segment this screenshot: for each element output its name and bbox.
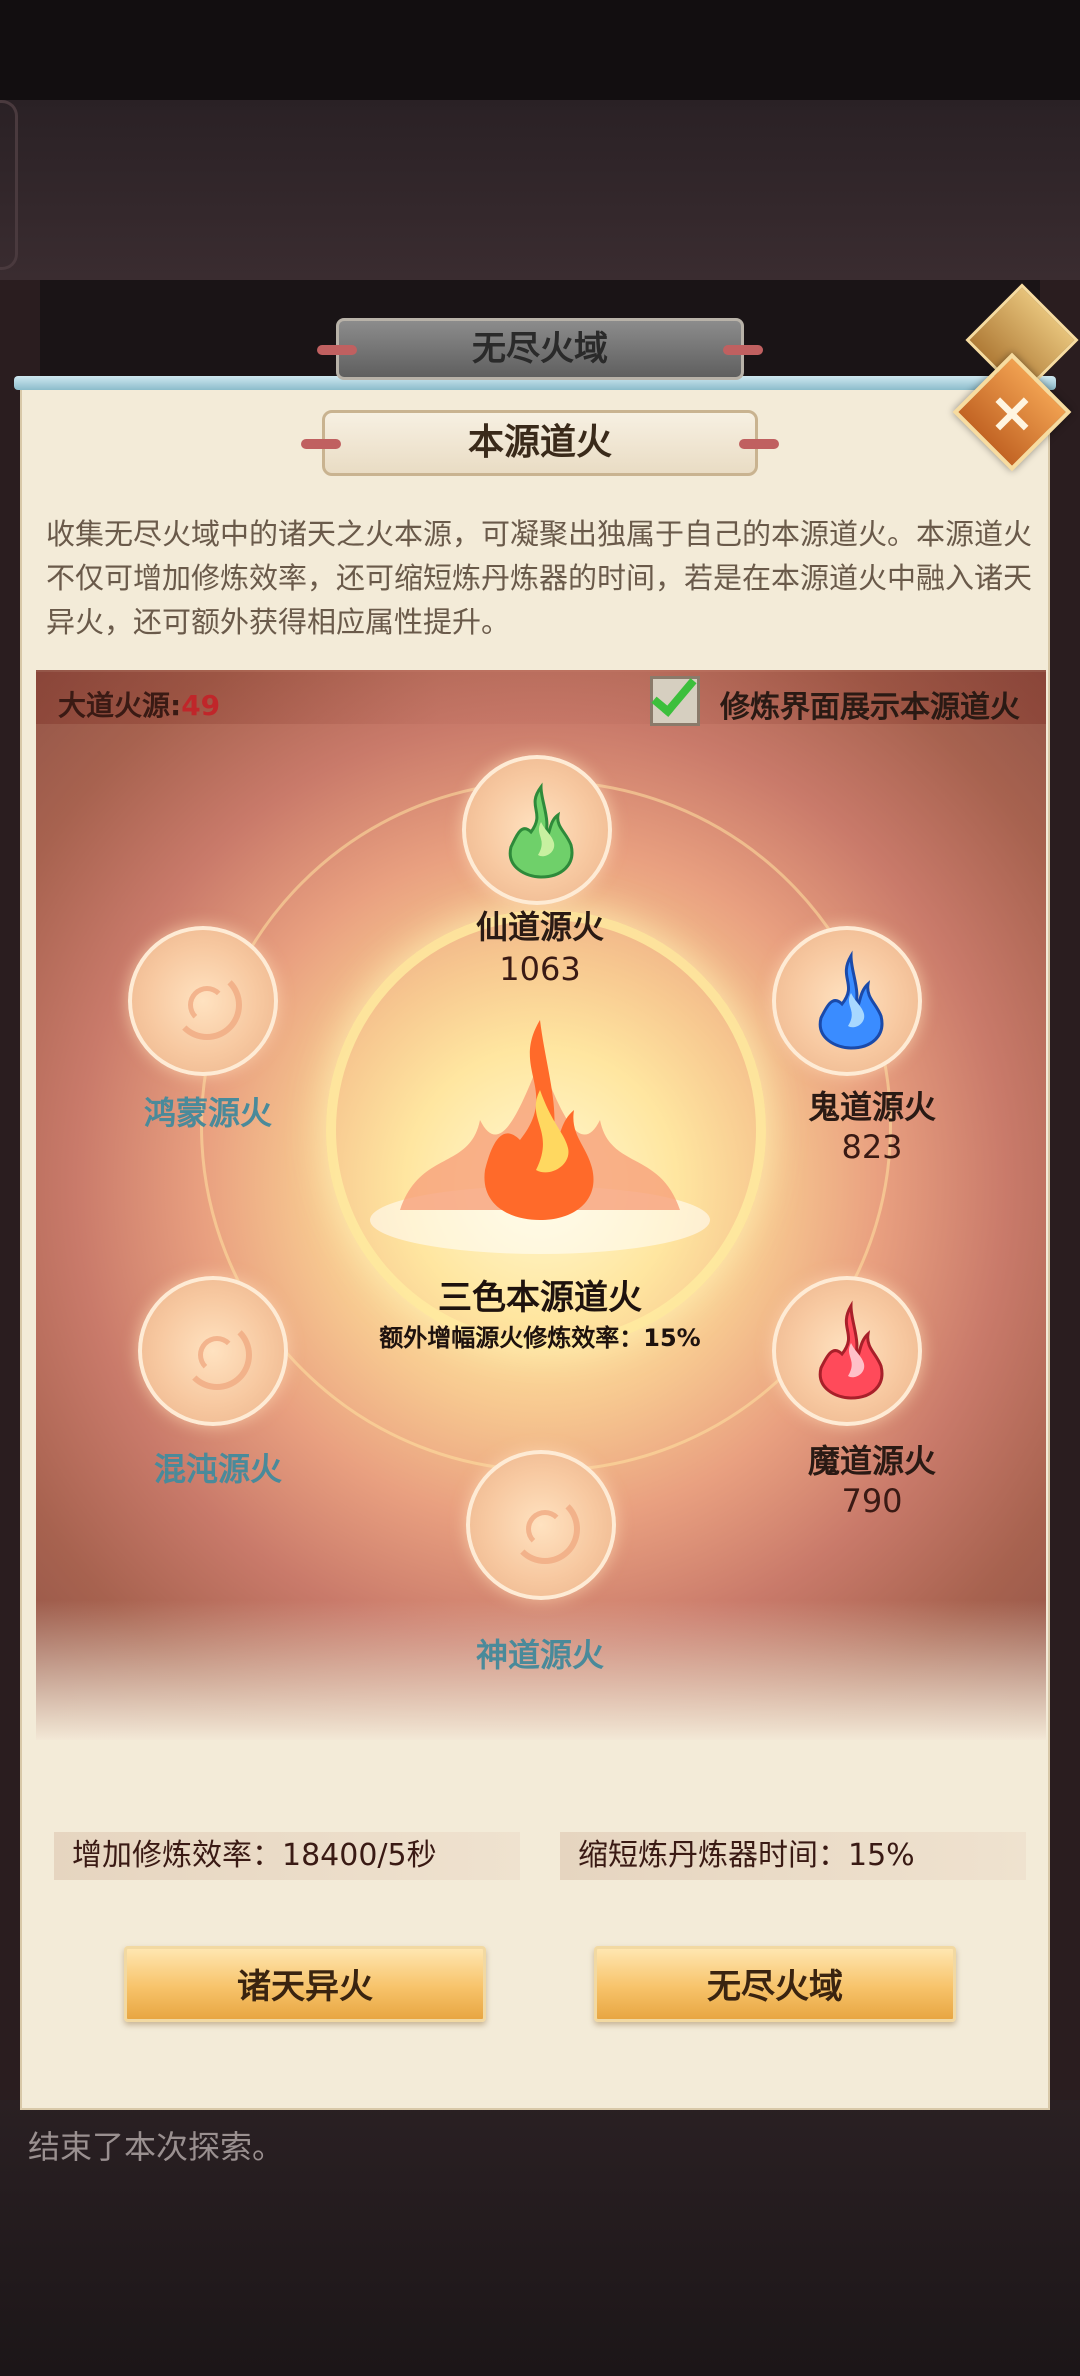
node-shendao-label: 神道源火 [475,1636,604,1674]
spiral-inner [526,1510,564,1548]
green-flame-icon [508,782,574,879]
dao-source-label: 大道火源: [58,689,182,722]
node-xiandao-value: 1063 [499,950,581,988]
panel-title-text: 本源道火 [467,422,612,463]
stat-cultivation-efficiency: 增加修炼效率：18400/5秒 [54,1832,520,1880]
endless-fire-domain-button[interactable]: 无尽火域 [594,1946,956,2022]
stat-crafting-time: 缩短炼丹炼器时间：15% [560,1832,1026,1880]
left-frame-cap [0,100,18,270]
log-message: 结束了本次探索。 [28,2128,285,2166]
spiral-inner [198,1336,236,1374]
dao-source-value: 49 [181,689,221,722]
node-modao-label: 魔道源火 [807,1442,936,1480]
node-shendao[interactable] [466,1450,616,1600]
title-pin-right [739,439,779,449]
node-hundun-label: 混沌源火 [153,1450,282,1488]
tab-label: 无尽火域 [472,329,608,369]
background-band [0,100,1080,280]
panel-title: 本源道火 [301,410,779,476]
blue-flame-icon [818,950,884,1050]
show-fire-checkbox-label: 修炼界面展示本源道火 [720,690,1020,725]
node-hongmeng-label: 鸿蒙源火 [143,1094,272,1132]
center-fire-title: 三色本源道火 [438,1278,642,1318]
tab-pin-left [317,345,357,355]
center-fire-subtitle: 额外增幅源火修炼效率：15% [379,1324,701,1352]
tab-pin-right [723,345,763,355]
title-pin-left [301,439,341,449]
checkmark-icon [651,669,697,717]
node-xiandao[interactable] [462,755,612,905]
node-guidao-value: 823 [841,1128,903,1166]
spiral-inner [188,986,226,1024]
show-fire-checkbox[interactable] [650,669,700,726]
node-modao[interactable] [772,1276,922,1426]
node-guidao[interactable] [772,926,922,1076]
node-hongmeng[interactable] [128,926,278,1076]
node-hundun[interactable] [138,1276,288,1426]
close-glyph: × [988,380,1036,446]
top-status-bar [0,0,1080,100]
tab-endless-fire-domain[interactable]: 无尽火域 [317,318,763,380]
node-guidao-label: 鬼道源火 [807,1088,936,1126]
dao-fire-source: 大道火源:49 [58,684,220,724]
node-modao-value: 790 [841,1482,903,1520]
node-xiandao-label: 仙道源火 [475,908,604,946]
heavenly-fires-button[interactable]: 诸天异火 [124,1946,486,2022]
description-text: 收集无尽火域中的诸天之火本源，可凝聚出独属于自己的本源道火。本源道火不仅可增加修… [46,517,1033,639]
center-fire-icon [370,1020,710,1254]
red-flame-icon [818,1300,884,1400]
